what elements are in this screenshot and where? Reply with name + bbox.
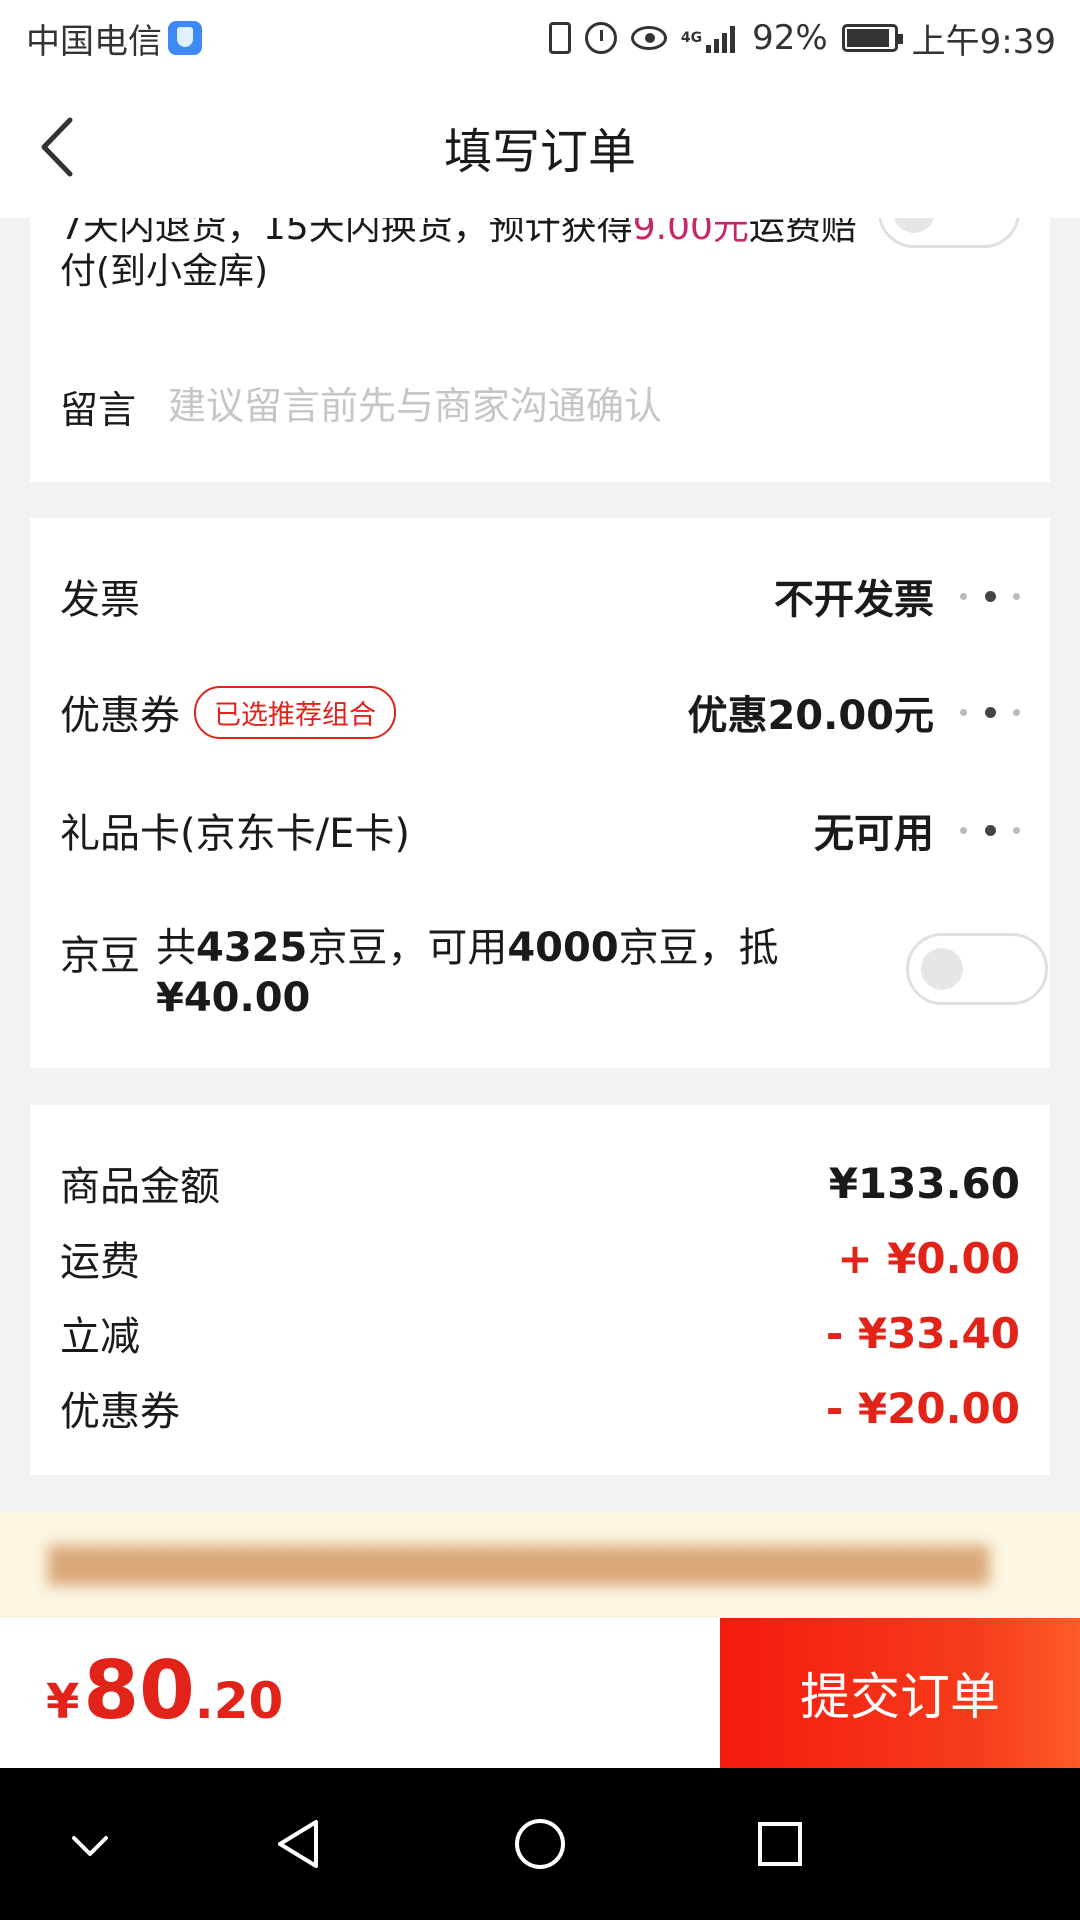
alarm-icon	[584, 22, 617, 54]
clock: 上午9:39	[911, 21, 1056, 62]
coupon-row[interactable]: 优惠券 已选推荐组合 优惠20.00元	[60, 682, 1050, 742]
recents-nav-button[interactable]	[744, 1808, 816, 1880]
invoice-label: 发票	[60, 577, 140, 623]
currency-symbol: ¥	[46, 1674, 80, 1730]
coupon-value: 优惠20.00元	[687, 693, 934, 739]
price-decimal: .20	[194, 1672, 284, 1730]
vibrate-icon	[548, 22, 571, 54]
price-summary-card: 商品金额 ¥133.60 运费 + ¥0.00 立减 - ¥33.40 优惠券 …	[30, 1105, 1050, 1475]
beans-deduct: ¥40.00	[156, 975, 311, 1021]
battery-icon	[841, 24, 903, 52]
instant-discount-row: 立减 - ¥33.40	[60, 1305, 1020, 1361]
chevron-left-icon	[41, 117, 73, 177]
status-right: 4G 92% 上午9:39	[535, 14, 1056, 63]
gift-card-row[interactable]: 礼品卡(京东卡/E卡) 无可用	[60, 800, 1050, 860]
gift-card-label: 礼品卡(京东卡/E卡)	[60, 811, 410, 857]
instant-discount-value: - ¥33.40	[825, 1308, 1020, 1358]
system-nav-bar	[0, 1768, 1080, 1920]
shield-icon	[168, 21, 202, 55]
beans-toggle[interactable]	[906, 933, 1048, 1005]
triangle-back-icon	[278, 1820, 318, 1868]
submit-order-button[interactable]: 提交订单	[720, 1618, 1080, 1768]
return-service-text: 7天内退货，15天内换货，预计获得9.00元运费赔付(到小金库)	[60, 207, 857, 292]
coupon-tag: 已选推荐组合	[194, 685, 396, 739]
message-input[interactable]	[168, 384, 949, 428]
gift-card-value: 无可用	[814, 811, 934, 857]
goods-amount-row: 商品金额 ¥133.60	[60, 1155, 1020, 1211]
hide-nav-button[interactable]	[54, 1808, 126, 1880]
order-options-card: 发票 不开发票 优惠券 已选推荐组合 优惠20.00元 礼品卡(京东卡/E卡) …	[30, 518, 1050, 1068]
blurred-notice: ████████████████████████████████████	[48, 1546, 990, 1586]
message-row: 留言	[60, 378, 949, 434]
instant-discount-label: 立减	[60, 1314, 140, 1360]
back-button[interactable]	[36, 112, 96, 182]
toggle-knob	[921, 948, 963, 990]
beans-total: 4325	[196, 925, 308, 971]
order-extras-card: 7天内退货，15天内换货，预计获得9.00元运费赔付(到小金库) 留言	[30, 176, 1050, 482]
goods-amount-label: 商品金额	[60, 1164, 220, 1210]
more-dots-icon	[960, 586, 1020, 606]
status-left: 中国电信	[26, 14, 202, 63]
beans-usable: 4000	[507, 925, 619, 971]
back-nav-button[interactable]	[264, 1808, 336, 1880]
coupon-label: 优惠券	[60, 693, 180, 739]
shipping-value: + ¥0.00	[837, 1233, 1020, 1283]
checkout-bar: ¥ 80 .20 提交订单	[0, 1618, 1080, 1768]
beans-label: 京豆	[60, 933, 140, 979]
price-integer: 80	[83, 1644, 195, 1737]
chevron-down-icon	[72, 1836, 108, 1856]
goods-amount-value: ¥133.60	[828, 1158, 1020, 1208]
signal-icon	[706, 23, 738, 53]
shipping-row: 运费 + ¥0.00	[60, 1230, 1020, 1286]
home-nav-button[interactable]	[504, 1808, 576, 1880]
more-dots-icon	[960, 820, 1020, 840]
coupon-discount-value: - ¥20.00	[825, 1383, 1020, 1433]
carrier-label: 中国电信	[26, 21, 162, 62]
page-title: 填写订单	[443, 124, 636, 180]
invoice-row[interactable]: 发票 不开发票	[60, 566, 1050, 626]
nav-bar: 填写订单	[0, 76, 1080, 218]
battery-percent: 92%	[752, 18, 828, 58]
beans-row: 京豆 共4325京豆，可用4000京豆，抵 ¥40.00	[60, 923, 1050, 1033]
message-label: 留言	[60, 387, 137, 432]
invoice-value: 不开发票	[774, 577, 934, 623]
notice-bar: ████████████████████████████████████	[0, 1512, 1080, 1618]
square-recents-icon	[758, 1822, 802, 1866]
more-dots-icon	[960, 702, 1020, 722]
circle-home-icon	[515, 1819, 565, 1869]
beans-description: 共4325京豆，可用4000京豆，抵 ¥40.00	[156, 925, 779, 1021]
shipping-label: 运费	[60, 1239, 140, 1285]
status-bar: 中国电信 4G 92% 上午9:39	[0, 0, 1080, 76]
eye-comfort-icon	[630, 26, 667, 50]
total-price: ¥ 80 .20	[46, 1644, 283, 1737]
coupon-discount-label: 优惠券	[60, 1389, 180, 1435]
coupon-discount-row: 优惠券 - ¥20.00	[60, 1380, 1020, 1436]
network-type-label: 4G	[680, 30, 703, 46]
